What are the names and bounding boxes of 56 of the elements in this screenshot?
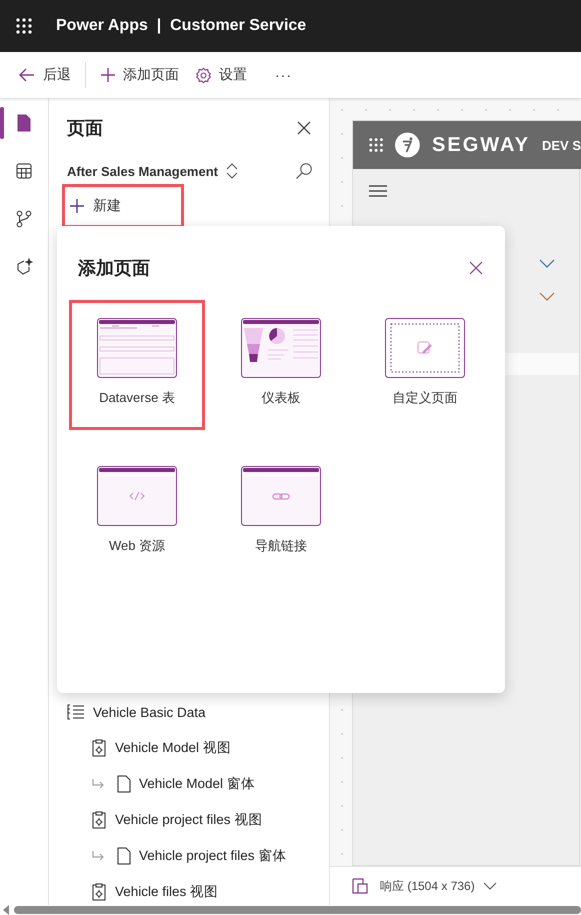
sparkle-icon [15,258,33,276]
tree-item[interactable]: Vehicle project files 视图 [49,802,329,838]
table-icon [16,163,32,179]
branch-icon [16,210,32,228]
panel-title: 页面 [67,117,103,140]
app-launcher-icon[interactable] [16,18,32,34]
scrollbar-thumb[interactable] [14,906,581,914]
environment-label: DEV S [542,138,581,152]
scroll-left-icon[interactable] [2,905,10,915]
logo-icon [395,131,420,159]
page-type-tile[interactable]: Dataverse 表 [69,300,205,430]
page-thumbnail-icon [385,318,465,378]
view-icon [91,883,107,901]
view-icon [91,739,107,757]
plus-icon [69,198,85,214]
tree-item[interactable]: Vehicle Basic Data [49,694,329,730]
page-thumbnail-icon [97,318,177,378]
tree-item[interactable]: Vehicle Model 视图 [49,730,329,766]
tree-item[interactable]: Vehicle project files 窗体 [49,838,329,874]
settings-button[interactable]: 设置 [189,62,253,88]
page-thumbnail-icon [241,466,321,526]
close-icon[interactable] [297,121,311,135]
plus-icon [100,67,116,83]
indent-arrow-icon [91,850,105,862]
back-arrow-icon [18,67,36,83]
tree-item[interactable]: Vehicle files 视图 [49,874,329,905]
chevron-down-icon [482,882,497,890]
chevron-down-icon [539,292,555,301]
app-launcher-icon [369,137,384,153]
close-icon[interactable] [469,261,483,275]
page-type-tile[interactable]: 仪表板 [213,300,349,430]
page-type-tile[interactable]: Web 资源 [69,448,205,578]
menu-icon [369,185,387,197]
page-type-tile[interactable]: 自定义页面 [357,300,493,430]
indent-arrow-icon [91,778,105,790]
document-icon [117,847,131,865]
page-thumbnail-icon [241,318,321,378]
gear-icon [195,66,212,84]
document-icon [117,775,131,793]
chevron-down-icon [539,259,555,268]
tree-item[interactable]: Vehicle Model 窗体 [49,766,329,802]
back-button[interactable]: 后退 [12,62,77,88]
list-icon [67,704,85,720]
view-icon [91,811,107,829]
app-name: After Sales Management [67,164,218,178]
search-icon[interactable] [295,162,313,180]
dialog-title: 添加页面 [78,257,150,280]
page-icon [16,114,32,132]
add-page-button[interactable]: 添加页面 [94,62,185,88]
page-type-tile[interactable]: 导航链接 [213,448,349,578]
app-title: Power Apps | Customer Service [56,17,306,35]
more-button[interactable]: ··· [257,63,298,87]
sort-icon[interactable] [226,162,238,180]
brand-name: SEGWAY [432,134,530,156]
responsive-icon[interactable] [352,878,368,894]
page-thumbnail-icon [97,466,177,526]
